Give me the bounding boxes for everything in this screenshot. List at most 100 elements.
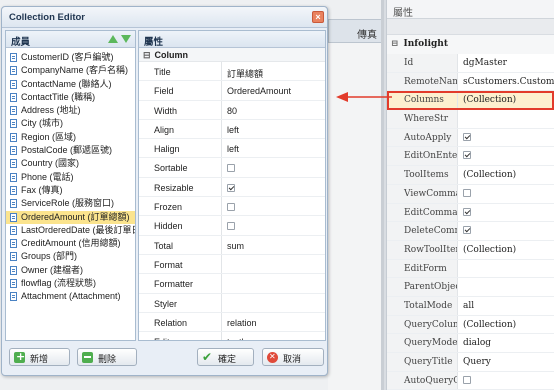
property-row[interactable]: AutoApply	[387, 128, 554, 148]
checkbox[interactable]	[227, 164, 235, 173]
checkbox[interactable]	[227, 222, 235, 231]
checkbox[interactable]	[463, 207, 471, 216]
column-property-value[interactable]	[222, 274, 325, 292]
move-up-icon[interactable]	[108, 35, 118, 43]
property-row[interactable]: QueryMode dialog	[387, 334, 554, 353]
property-value[interactable]	[458, 185, 554, 203]
dialog-titlebar[interactable]: Collection Editor ×	[2, 7, 327, 28]
checkbox[interactable]	[227, 183, 235, 192]
member-list-item[interactable]: flowflag (流程狀態)	[6, 277, 135, 290]
column-property-row[interactable]: Title 訂單總額	[139, 62, 325, 82]
column-property-row[interactable]: Halign left	[139, 139, 325, 159]
column-property-value[interactable]	[222, 255, 325, 273]
column-property-value[interactable]: left	[222, 139, 325, 157]
member-list-item[interactable]: Country (國家)	[6, 157, 135, 170]
property-value[interactable]: all	[458, 297, 554, 315]
column-property-value[interactable]: sum	[222, 236, 325, 254]
checkbox[interactable]	[463, 226, 471, 235]
property-value[interactable]	[458, 129, 554, 147]
move-down-icon[interactable]	[121, 35, 131, 43]
property-row[interactable]: RowToolItems(Collection)	[387, 240, 554, 260]
property-value[interactable]	[458, 110, 554, 128]
property-row[interactable]: QueryColumns(Collection)	[387, 315, 554, 335]
property-value[interactable]	[458, 260, 554, 278]
delete-button[interactable]: 刪除	[77, 348, 137, 366]
collapse-icon[interactable]: ⊟	[391, 39, 399, 49]
column-property-value[interactable]	[222, 178, 325, 196]
property-row[interactable]: TotalMode all	[387, 296, 554, 316]
property-row[interactable]: Columns (Collection)	[387, 91, 554, 111]
column-property-row[interactable]: Format	[139, 254, 325, 275]
column-property-value[interactable]: 訂單總額	[222, 62, 325, 80]
column-property-row[interactable]: Field OrderedAmount	[139, 81, 325, 101]
property-row[interactable]: ParentObject	[387, 278, 554, 297]
column-property-value[interactable]: relation	[222, 313, 325, 331]
property-value[interactable]: sCustomers.Custom	[458, 73, 554, 91]
property-row[interactable]: ToolItems (Collection)	[387, 166, 554, 185]
member-list-item[interactable]: Phone (電話)	[6, 171, 135, 184]
close-icon[interactable]: ×	[312, 11, 324, 23]
property-row[interactable]: ViewCommandVisi	[387, 184, 554, 204]
property-row[interactable]: QueryTitle Query	[387, 353, 554, 372]
column-property-value[interactable]	[222, 197, 325, 215]
column-property-value[interactable]	[222, 216, 325, 234]
member-list-item[interactable]: PostalCode (郵遞區號)	[6, 144, 135, 157]
property-row[interactable]: DeleteCommandVi	[387, 222, 554, 241]
column-property-row[interactable]: Sortable	[139, 158, 325, 178]
property-value[interactable]: (Collection)	[458, 241, 554, 259]
member-list-item[interactable]: Owner (建檔者)	[6, 264, 135, 277]
checkbox[interactable]	[227, 203, 235, 212]
member-list-item[interactable]: Address (地址)	[6, 104, 135, 117]
checkbox[interactable]	[463, 188, 471, 197]
property-value[interactable]	[458, 204, 554, 222]
member-list-item[interactable]: CompanyName (客戶名稱)	[6, 64, 135, 77]
property-row[interactable]: EditCommandVisib	[387, 203, 554, 223]
member-list-item[interactable]: Fax (傳真)	[6, 184, 135, 197]
property-value[interactable]	[458, 222, 554, 240]
property-value[interactable]: Query	[458, 353, 554, 371]
property-value[interactable]	[458, 372, 554, 390]
property-row[interactable]: EditOnEnter	[387, 147, 554, 167]
property-row[interactable]: AutoQueryColumn	[387, 371, 554, 390]
column-property-row[interactable]: Styler	[139, 293, 325, 313]
property-row[interactable]: EditForm	[387, 259, 554, 279]
properties-category[interactable]: ⊟ Column	[139, 48, 325, 62]
property-value[interactable]: dgMaster	[458, 54, 554, 72]
property-value[interactable]: (Collection)	[458, 316, 554, 334]
cancel-button[interactable]: 取消	[262, 348, 324, 366]
member-list-item[interactable]: ServiceRole (服務窗口)	[6, 197, 135, 210]
column-property-value[interactable]: OrderedAmount	[222, 81, 325, 99]
member-list-item[interactable]: ContactName (聯絡人)	[6, 78, 135, 91]
column-property-value[interactable]	[222, 294, 325, 312]
column-property-value[interactable]: left	[222, 120, 325, 138]
column-property-row[interactable]: Relation relation	[139, 312, 325, 333]
column-property-value[interactable]: 80	[222, 101, 325, 119]
column-property-row[interactable]: Formatter	[139, 274, 325, 294]
checkbox[interactable]	[463, 132, 471, 141]
column-property-row[interactable]: Hidden	[139, 216, 325, 236]
member-list-item[interactable]: CustomerID (客戶編號)	[6, 51, 135, 64]
member-list-item[interactable]: City (城市)	[6, 117, 135, 130]
collapse-icon[interactable]: ⊟	[143, 50, 151, 60]
ok-button[interactable]: 確定	[197, 348, 254, 366]
member-list-item[interactable]: Groups (部門)	[6, 250, 135, 263]
column-property-row[interactable]: Frozen	[139, 197, 325, 217]
background-scrollbar[interactable]	[381, 0, 384, 390]
column-property-value[interactable]: textbox	[222, 332, 325, 340]
member-list-item[interactable]: LastOrderedDate (最後訂單日	[6, 224, 135, 237]
member-list-item[interactable]: ContactTitle (職稱)	[6, 91, 135, 104]
property-value[interactable]	[458, 147, 554, 165]
property-value[interactable]: dialog	[458, 334, 554, 352]
property-value[interactable]: (Collection)	[458, 91, 554, 109]
property-value[interactable]	[458, 278, 554, 296]
column-property-row[interactable]: Resizable	[139, 177, 325, 198]
property-value[interactable]: (Collection)	[458, 166, 554, 184]
property-row[interactable]: WhereStr	[387, 110, 554, 129]
column-property-row[interactable]: Align left	[139, 119, 325, 140]
column-property-value[interactable]	[222, 158, 325, 176]
column-property-row[interactable]: Editortextbox	[139, 332, 325, 340]
column-property-row[interactable]: Width 80	[139, 100, 325, 120]
member-list-item[interactable]: Attachment (Attachment)	[6, 290, 135, 303]
member-list-item[interactable]: Region (區域)	[6, 131, 135, 144]
checkbox[interactable]	[463, 151, 471, 160]
